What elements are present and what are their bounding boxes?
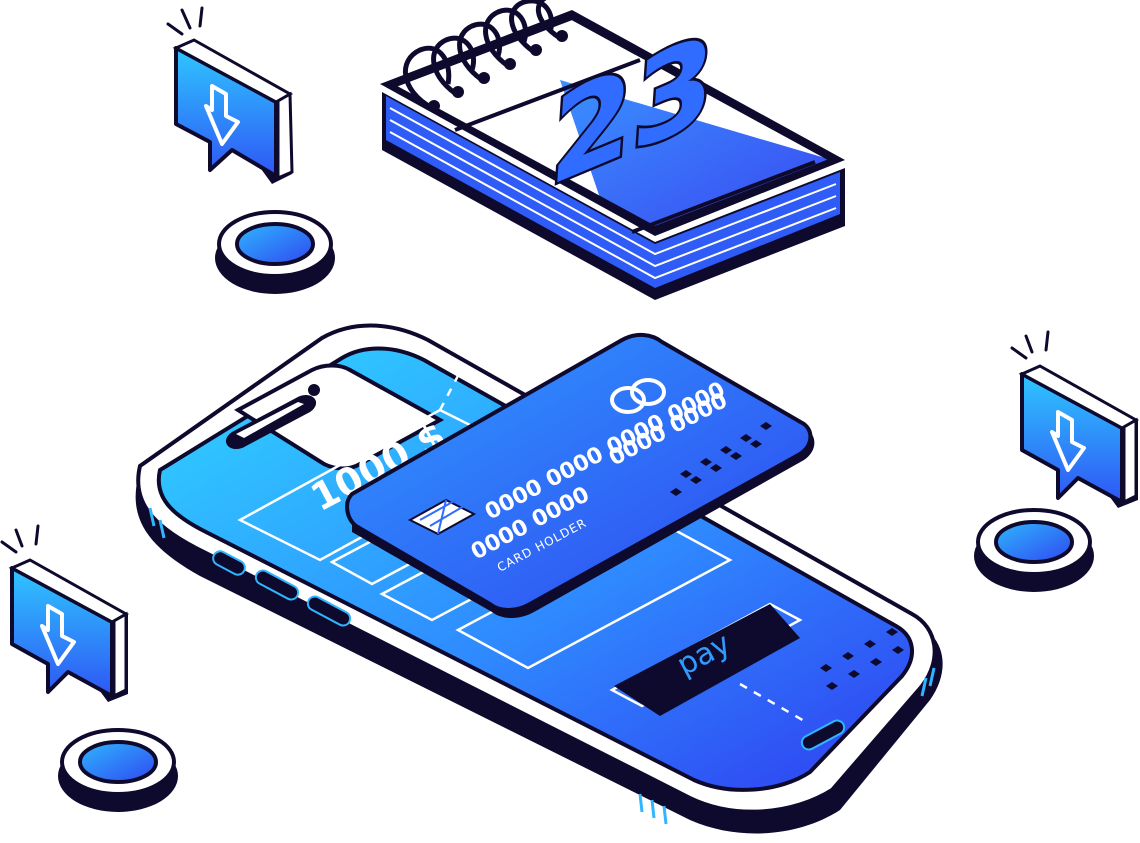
download-bubble-icon xyxy=(0,524,130,702)
coin-icon xyxy=(974,508,1094,592)
calendar-icon: 23 xyxy=(380,0,845,300)
download-bubble-icon xyxy=(1010,330,1140,508)
download-bubble-icon xyxy=(166,6,294,184)
illustration-canvas: 23 1000 $ pay 0000 0000 0000 0000 0000 0… xyxy=(0,0,1140,834)
coin-icon xyxy=(58,728,178,812)
coin-icon xyxy=(215,210,335,294)
